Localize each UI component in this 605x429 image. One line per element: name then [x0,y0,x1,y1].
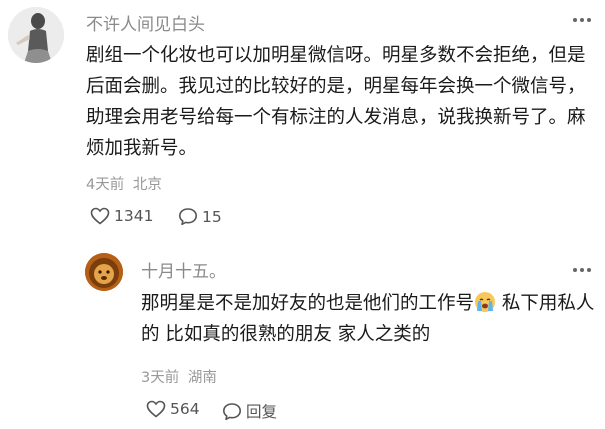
comment-bubble-icon [223,402,241,420]
reply-like-count: 564 [170,400,200,418]
heart-icon [90,207,110,225]
comment-username[interactable]: 不许人间见白头 [86,10,205,35]
comment-text: 剧组一个化妆也可以加明星微信呀。明星多数不会拒绝，但是后面会删。我见过的比较好的… [86,45,586,159]
reply-meta: 3天前 湖南 [141,366,217,387]
comment-like-button[interactable]: 1341 [90,207,153,225]
comment-more-icon[interactable] [573,18,591,22]
lion-avatar-icon [85,253,123,291]
reply-text-part1: 那明星是不是加好友的也是他们的工作号 [141,293,475,314]
reply-more-icon[interactable] [573,268,591,272]
comment-location: 北京 [132,177,162,193]
reply-like-button[interactable]: 564 [146,400,200,418]
heart-icon [146,400,166,418]
reply-text: 那明星是不是加好友的也是他们的工作号 私下用私人的 比如真的很熟的朋友 家人之类… [141,288,601,350]
comment-avatar[interactable] [8,7,64,63]
comment-like-count: 1341 [114,207,154,225]
comment-time: 4天前 [86,177,125,193]
comment-reply-count: 15 [202,207,222,226]
reply-time: 3天前 [141,370,180,386]
reply-username[interactable]: 十月十五。 [141,257,226,282]
comment-bubble-icon [179,208,197,226]
comment-reply-button[interactable]: 15 [178,207,222,226]
user-avatar-photo-icon [8,7,64,63]
crying-face-emoji-icon [475,292,496,312]
reply-reply-label: 回复 [246,403,278,421]
reply-avatar[interactable] [85,253,123,291]
reply-location: 湖南 [187,370,217,386]
reply-reply-button[interactable]: 回复 [222,400,277,422]
comment-meta: 4天前 北京 [86,173,162,194]
